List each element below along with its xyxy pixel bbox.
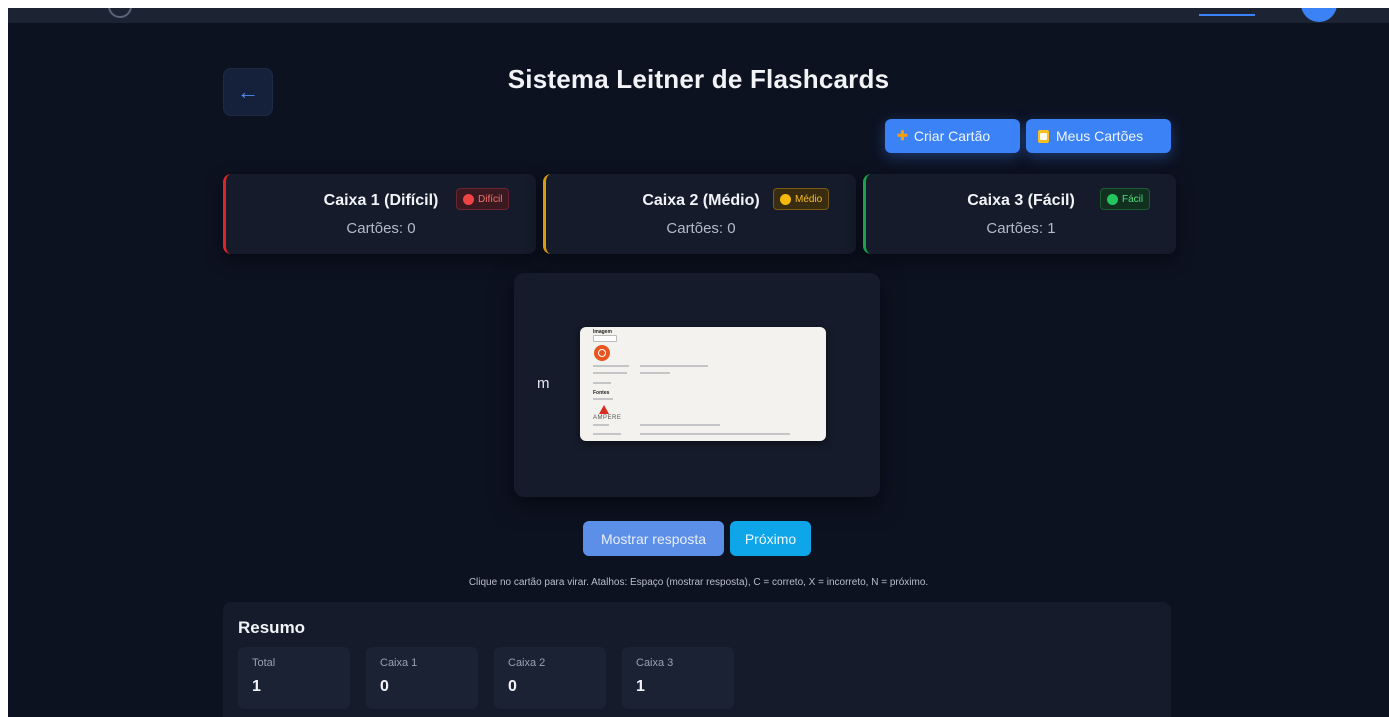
stat-label: Total [252,657,276,669]
my-cards-button[interactable]: Meus Cartões [1026,119,1171,153]
image-line [640,424,720,426]
my-cards-label: Meus Cartões [1056,128,1144,144]
plus-icon: ✚ [897,128,908,143]
stat-box-3: Caixa 3 1 [622,647,734,709]
active-nav-indicator [1199,14,1255,16]
top-nav-bar [8,8,1389,23]
stat-box-1: Caixa 1 0 [366,647,478,709]
flashcard[interactable]: m Imagem Fontes AMPERE [514,273,880,497]
box-card-3[interactable]: Caixa 3 (Fácil) Fácil Cartões: 1 [863,174,1176,254]
summary-title: Resumo [238,618,306,637]
card-image: Imagem Fontes AMPERE [580,327,826,441]
box-card-1[interactable]: Caixa 1 (Difícil) Difícil Cartões: 0 [223,174,536,254]
badge-label: Difícil [478,193,503,205]
stat-label: Caixa 1 [380,657,418,669]
show-answer-button[interactable]: Mostrar resposta [583,521,724,556]
red-dot-icon [463,193,474,205]
logo-icon[interactable] [108,8,132,18]
next-button[interactable]: Próximo [730,521,811,556]
stat-label: Caixa 2 [508,657,546,669]
badge-label: Fácil [1122,193,1144,205]
box-count: Cartões: 0 [346,220,416,237]
avatar[interactable] [1301,8,1337,22]
box-count: Cartões: 1 [986,220,1056,237]
badge-label: Médio [795,193,823,205]
image-line [593,365,629,367]
green-dot-icon [1107,193,1118,205]
summary-panel: Resumo Total 1 Caixa 1 0 Caixa 2 0 Caixa… [223,602,1171,717]
image-brand: AMPERE [593,415,622,421]
image-line [593,372,627,374]
ubuntu-logo-icon [594,345,610,361]
image-line [593,398,613,400]
stat-total: Total 1 [238,647,350,709]
image-line [593,382,611,384]
card-front-text: m [537,375,550,392]
yellow-dot-icon [780,193,791,205]
image-line [593,424,609,426]
stat-value: 1 [252,678,261,695]
image-line [640,372,670,374]
stat-value: 0 [380,678,389,695]
app-window: ← Sistema Leitner de Flashcards ✚ Criar … [8,8,1389,717]
box-card-2[interactable]: Caixa 2 (Médio) Médio Cartões: 0 [543,174,856,254]
difficulty-badge: Médio [773,188,830,210]
page-title: Sistema Leitner de Flashcards [507,64,890,94]
ampere-logo-icon [599,405,609,414]
box-count: Cartões: 0 [666,220,736,237]
stat-value: 0 [508,678,517,695]
difficulty-badge: Fácil [1100,188,1151,210]
stat-label: Caixa 3 [636,657,674,669]
stat-box-2: Caixa 2 0 [494,647,606,709]
keyboard-hint: Clique no cartão para virar. Atalhos: Es… [468,577,929,588]
clipboard-icon [1038,129,1049,143]
create-card-button[interactable]: ✚ Criar Cartão [885,119,1020,153]
image-line [593,433,621,435]
image-chip [593,335,617,342]
image-line [640,365,708,367]
image-section: Fontes [593,390,610,396]
image-line [640,433,790,435]
difficulty-badge: Difícil [456,188,510,210]
stat-value: 1 [636,678,645,695]
create-card-label: Criar Cartão [913,128,991,144]
